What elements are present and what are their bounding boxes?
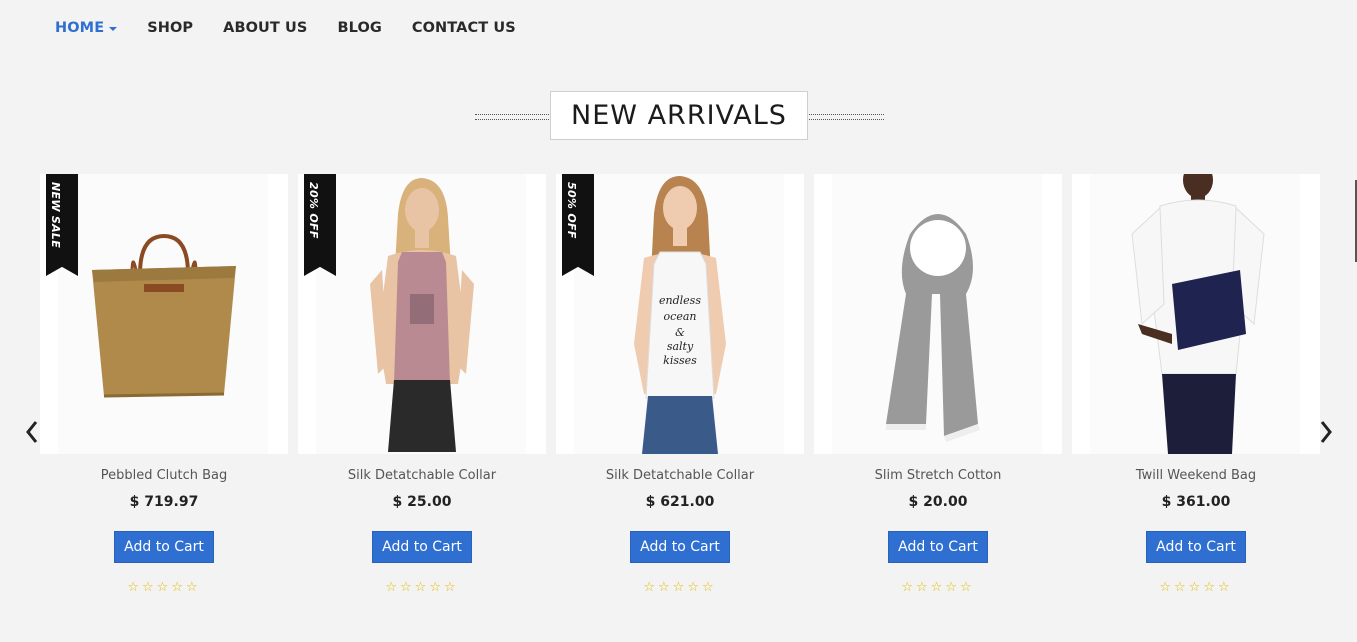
nav-item-label: SHOP: [147, 20, 194, 36]
product-name[interactable]: Pebbled Clutch Bag: [40, 468, 288, 483]
scarf-image: [886, 214, 980, 442]
sale-ribbon: 50% OFF: [562, 174, 594, 276]
product-price: $ 621.00: [645, 494, 715, 510]
star-rating[interactable]: ☆☆☆☆☆: [40, 580, 288, 595]
star-rating[interactable]: ☆☆☆☆☆: [298, 580, 546, 595]
dotted-divider: [475, 114, 551, 120]
svg-text:&: &: [675, 326, 685, 339]
nav-item-contact-us[interactable]: CONTACT US: [412, 18, 516, 38]
nav-item-blog[interactable]: BLOG: [337, 18, 381, 38]
product-card: NEW SALE Pebbled Clutch Bag $ 719.97 Add…: [40, 174, 288, 614]
star-rating[interactable]: ☆☆☆☆☆: [814, 580, 1062, 595]
star-rating[interactable]: ☆☆☆☆☆: [556, 580, 804, 595]
product-price: $ 361.00: [1161, 494, 1231, 510]
product-image[interactable]: NEW SALE: [40, 174, 288, 454]
star-rating[interactable]: ☆☆☆☆☆: [1072, 580, 1320, 595]
product-card: 50% OFF endless ocean & salty kisses Sil…: [556, 174, 804, 614]
add-to-cart-button[interactable]: Add to Cart: [114, 531, 214, 563]
product-name[interactable]: Silk Detatchable Collar: [298, 468, 546, 483]
nav-item-label: BLOG: [337, 20, 382, 36]
section-heading: NEW ARRIVALS: [475, 91, 884, 141]
nav-item-label: ABOUT US: [223, 20, 308, 36]
nav-item-about-us[interactable]: ABOUT US: [223, 18, 307, 38]
product-image[interactable]: [814, 174, 1062, 454]
add-to-cart-button[interactable]: Add to Cart: [888, 531, 988, 563]
add-to-cart-button[interactable]: Add to Cart: [372, 531, 472, 563]
product-name[interactable]: Silk Detatchable Collar: [556, 468, 804, 483]
section-title: NEW ARRIVALS: [550, 91, 808, 140]
chevron-left-icon[interactable]: [24, 420, 40, 448]
svg-text:ocean: ocean: [664, 310, 697, 323]
product-image[interactable]: 20% OFF: [298, 174, 546, 454]
svg-text:kisses: kisses: [663, 354, 697, 367]
sale-ribbon: NEW SALE: [46, 174, 78, 276]
product-card: Slim Stretch Cotton $ 20.00 Add to Cart …: [814, 174, 1062, 614]
dotted-divider: [809, 114, 884, 120]
nav-item-shop[interactable]: SHOP: [147, 18, 193, 38]
nav-item-label: CONTACT US: [411, 20, 516, 36]
product-card: 20% OFF Silk Detatchable Collar $ 25.00 …: [298, 174, 546, 614]
svg-text:salty: salty: [667, 340, 694, 353]
chevron-right-icon[interactable]: [1318, 420, 1334, 448]
caret-down-icon: [109, 27, 118, 31]
product-price: $ 25.00: [392, 494, 452, 510]
add-to-cart-button[interactable]: Add to Cart: [630, 531, 730, 563]
product-price: $ 719.97: [129, 494, 199, 510]
product-name[interactable]: Slim Stretch Cotton: [814, 468, 1062, 483]
main-nav: HOME SHOP ABOUT US BLOG CONTACT US: [55, 18, 546, 38]
product-card: Twill Weekend Bag $ 361.00 Add to Cart ☆…: [1072, 174, 1320, 614]
page: HOME SHOP ABOUT US BLOG CONTACT US NEW A…: [0, 0, 1357, 642]
model-navy-bag-image: [1131, 174, 1265, 454]
svg-text:endless: endless: [659, 294, 701, 307]
product-image[interactable]: [1072, 174, 1320, 454]
product-name[interactable]: Twill Weekend Bag: [1072, 468, 1320, 483]
sale-ribbon: 20% OFF: [304, 174, 336, 276]
product-image[interactable]: 50% OFF endless ocean & salty kisses: [556, 174, 804, 454]
nav-item-home[interactable]: HOME: [55, 18, 118, 38]
product-price: $ 20.00: [908, 494, 968, 510]
add-to-cart-button[interactable]: Add to Cart: [1146, 531, 1246, 563]
nav-item-label: HOME: [55, 20, 105, 36]
